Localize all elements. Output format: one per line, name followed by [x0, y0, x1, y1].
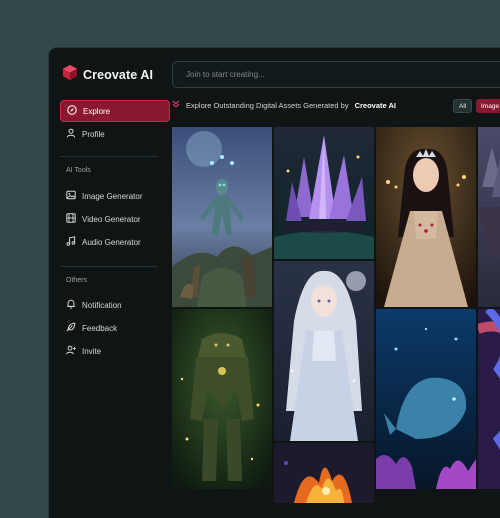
ai-tools-section-label: AI Tools: [66, 167, 91, 174]
nav-image-generator-label: Image Generator: [82, 191, 143, 201]
nav-notification[interactable]: Notification: [60, 294, 170, 316]
nav-video-generator-label: Video Generator: [82, 214, 141, 224]
app-window: Creovate AI Explore Profile AI Tools Ima…: [48, 47, 500, 518]
nav-feedback[interactable]: Feedback: [60, 317, 170, 339]
nav-explore[interactable]: Explore: [60, 100, 170, 122]
logo-icon: [63, 65, 77, 85]
search-bar[interactable]: [172, 61, 500, 88]
nav-video-generator[interactable]: Video Generator: [60, 208, 170, 230]
purple-crystal-image[interactable]: [274, 127, 374, 259]
user-plus-icon: [66, 345, 76, 357]
princess-portrait-image[interactable]: [376, 127, 476, 307]
feather-icon: [66, 322, 76, 334]
bell-icon: [66, 299, 76, 311]
nav-feedback-label: Feedback: [82, 323, 118, 333]
music-icon: [66, 236, 76, 248]
explore-heading-brand: Creovate AI: [354, 100, 396, 110]
search-input[interactable]: [173, 62, 500, 87]
brand-name: Creovate AI: [83, 68, 154, 82]
explore-heading: Explore Outstanding Digital Assets Gener…: [172, 100, 396, 110]
filter-all-chip[interactable]: All: [453, 99, 473, 113]
silver-anime-girl-image[interactable]: [274, 261, 374, 441]
sidebar-divider: [60, 156, 158, 157]
sidebar: Creovate AI Explore Profile AI Tools Ima…: [49, 48, 170, 518]
brand[interactable]: Creovate AI: [63, 65, 153, 85]
fire-creature-image[interactable]: [274, 443, 374, 503]
others-section-label: Others: [66, 277, 88, 284]
nav-profile[interactable]: Profile: [60, 123, 170, 145]
floating-island-image[interactable]: [478, 127, 500, 307]
underwater-whale-image[interactable]: [376, 309, 476, 489]
compass-icon: [67, 105, 77, 117]
sidebar-divider: [60, 266, 158, 267]
nav-audio-generator[interactable]: Audio Generator: [60, 231, 170, 253]
image-icon: [66, 190, 76, 202]
nav-explore-label: Explore: [83, 106, 111, 116]
user-icon: [66, 128, 76, 140]
nav-invite-label: Invite: [82, 346, 102, 356]
filter-image-chip[interactable]: Image: [476, 99, 500, 113]
forest-golem-image[interactable]: [172, 309, 272, 489]
abstract-swirl-image[interactable]: [478, 309, 500, 489]
nav-image-generator[interactable]: Image Generator: [60, 185, 170, 207]
film-icon: [66, 213, 76, 225]
explore-heading-text: Explore Outstanding Digital Assets Gener…: [186, 100, 349, 110]
nav-profile-label: Profile: [82, 129, 105, 139]
alien-gathering-image[interactable]: [172, 127, 272, 307]
nav-audio-generator-label: Audio Generator: [82, 237, 141, 247]
nav-notification-label: Notification: [82, 300, 122, 310]
nav-invite[interactable]: Invite: [60, 340, 170, 362]
chevrons-down-icon: [172, 100, 180, 110]
